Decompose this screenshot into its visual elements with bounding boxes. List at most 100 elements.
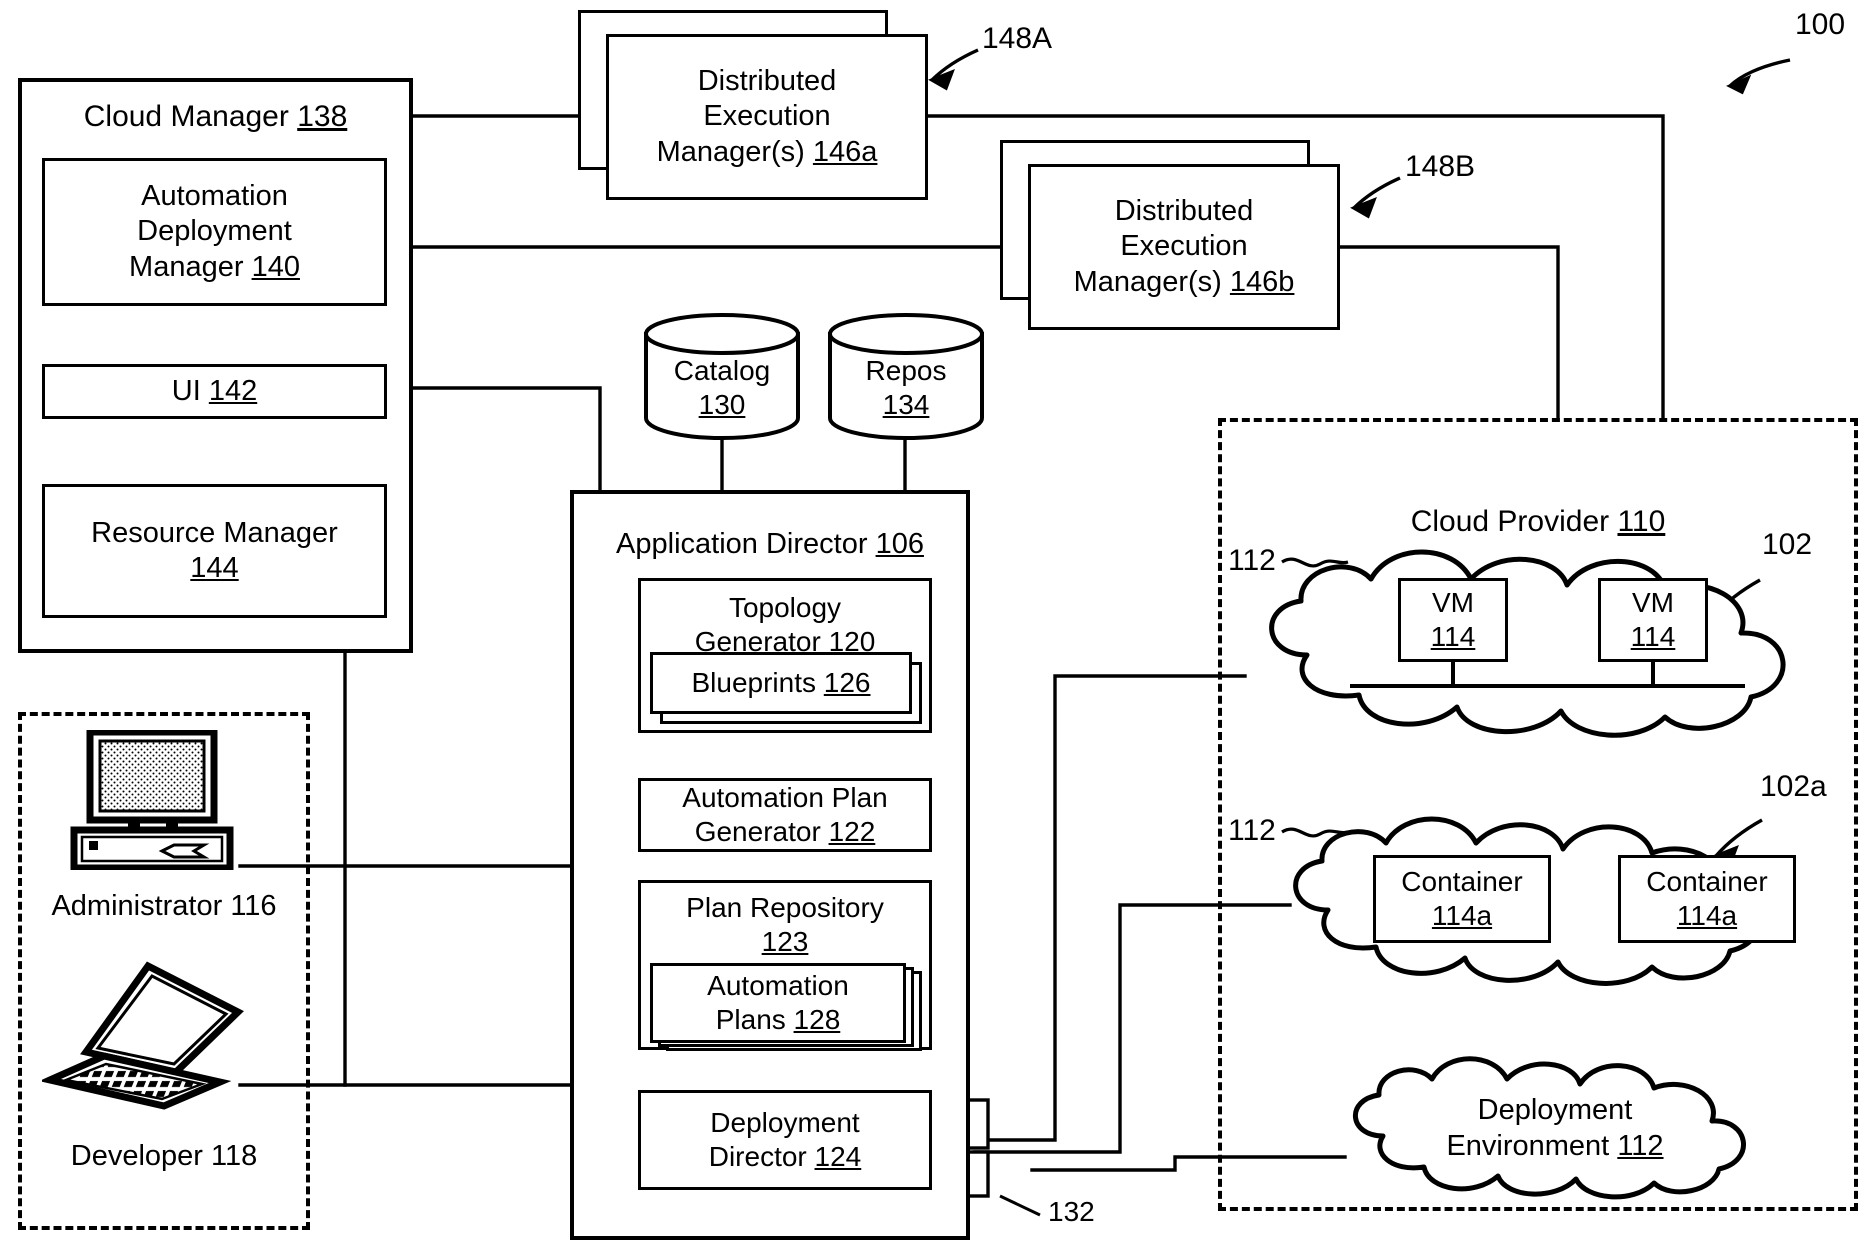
catalog-datastore[interactable]: Catalog 130 [642, 312, 802, 440]
dem-a-ref: 146a [812, 135, 878, 168]
blueprints-ref: 126 [823, 666, 871, 698]
dem-b-front[interactable]: Distributed Execution Manager(s) 146b [1028, 164, 1340, 330]
apg-line-2: Generator 122 [695, 815, 876, 849]
connector-132-ref: 132 [1048, 1196, 1095, 1228]
plan-repository-line-1: Plan Repository [686, 892, 884, 923]
application-director-ref: 106 [875, 528, 924, 560]
automation-plans-line-1: Automation [707, 969, 849, 1001]
repos-datastore[interactable]: Repos 134 [826, 312, 986, 440]
blueprints-stack[interactable]: Blueprints 126 [650, 652, 922, 724]
env-ref-112-container: 112 [1228, 814, 1276, 848]
callout-102: 102 [1762, 528, 1812, 562]
callout-102a-text: 102a [1760, 770, 1827, 803]
administrator-label: Administrator 116 [18, 890, 310, 923]
administrator-ref: 116 [230, 890, 277, 922]
automation-plans-ref: 128 [793, 1004, 841, 1035]
dem-a-front[interactable]: Distributed Execution Manager(s) 146a [606, 34, 928, 200]
dem-a-line-3-text: Manager(s) [656, 135, 805, 168]
deployment-environment-line-1: Deployment [1477, 1094, 1633, 1126]
vm-node-2-label: VM [1632, 586, 1674, 618]
env-ref-112-vm: 112 [1228, 544, 1276, 578]
blueprints-front[interactable]: Blueprints 126 [650, 652, 912, 714]
resource-manager-box[interactable]: Resource Manager 144 [42, 484, 387, 618]
dem-b-line-1: Distributed [1114, 194, 1254, 227]
deployment-director-box[interactable]: Deployment Director 124 [638, 1090, 932, 1190]
apg-ref: 122 [828, 816, 876, 847]
deployment-environment-line-2: Environment [1446, 1130, 1610, 1163]
cloud-manager-title-text: Cloud Manager [83, 100, 289, 133]
callout-148A: 148A [982, 22, 1052, 56]
container-node-2-ref: 114a [1676, 900, 1738, 931]
container-node-1-ref: 114a [1431, 900, 1493, 931]
vm-node-1-ref: 114 [1430, 621, 1476, 652]
vm-node-2-ref: 114 [1630, 621, 1676, 652]
automation-plans-stack[interactable]: Automation Plans 128 [650, 963, 930, 1051]
connector-132-ref-text: 132 [1048, 1196, 1095, 1227]
application-director-title: Application Director 106 [570, 528, 970, 561]
cloud-manager-ref: 138 [297, 100, 348, 133]
automation-deployment-manager-box[interactable]: Automation Deployment Manager 140 [42, 158, 387, 306]
env-ref-112-vm-text: 112 [1228, 544, 1276, 577]
env-ref-112-container-text: 112 [1228, 814, 1276, 847]
container-node-2[interactable]: Container 114a [1618, 855, 1796, 943]
cloud-provider-ref: 110 [1617, 505, 1666, 538]
topology-generator-line-1: Topology [728, 592, 842, 623]
callout-148B-text: 148B [1405, 150, 1476, 183]
dem-b-line-3: Manager(s) 146b [1074, 265, 1295, 300]
vm-node-1[interactable]: VM 114 [1398, 578, 1508, 662]
rm-line-1: Resource Manager [91, 516, 338, 549]
plan-repository-ref: 123 [761, 926, 809, 958]
laptop-computer-icon [42, 960, 250, 1110]
vm-node-2[interactable]: VM 114 [1598, 578, 1708, 662]
automation-plans-line-2: Plans 128 [716, 1003, 841, 1037]
dem-a-line-3: Manager(s) 146a [657, 135, 878, 170]
adm-line-3-text: Manager [129, 250, 244, 283]
ui-label: UI [171, 374, 201, 407]
figure-ref-100: 100 [1795, 8, 1845, 42]
deployment-director-line-2: Director 124 [709, 1140, 862, 1174]
deployment-director-line-1: Deployment [710, 1106, 860, 1138]
cloud-manager-title: Cloud Manager 138 [18, 100, 413, 134]
developer-label-text: Developer [70, 1140, 203, 1172]
dem-b-ref: 146b [1229, 265, 1295, 298]
deployment-director-ref: 124 [814, 1141, 862, 1172]
figure-ref-100-text: 100 [1795, 8, 1846, 41]
callout-148A-text: 148A [982, 22, 1053, 55]
container-node-1[interactable]: Container 114a [1373, 855, 1551, 943]
adm-line-1: Automation [141, 179, 288, 212]
blueprints-line: Blueprints 126 [691, 666, 870, 700]
adm-line-3: Manager 140 [129, 250, 300, 285]
vm-node-1-label: VM [1432, 586, 1474, 618]
ui-ref: 142 [208, 374, 258, 407]
distributed-execution-manager-b[interactable]: Distributed Execution Manager(s) 146b [1000, 140, 1340, 330]
deployment-environment-label: Deployment Environment 112 [1335, 1092, 1775, 1165]
blueprints-label: Blueprints [691, 666, 816, 698]
automation-plans-line-2-text: Plans [715, 1004, 786, 1035]
deployment-director-line-2-text: Director [708, 1141, 807, 1172]
desktop-computer-icon [62, 730, 242, 870]
automation-plan-generator-box[interactable]: Automation Plan Generator 122 [638, 778, 932, 852]
callout-102a: 102a [1760, 770, 1827, 804]
dem-a-line-2: Execution [703, 100, 831, 133]
callout-102-text: 102 [1762, 528, 1813, 561]
ui-box[interactable]: UI 142 [42, 364, 387, 419]
figure-canvas: Cloud Manager 138 Automation Deployment … [0, 0, 1875, 1246]
adm-line-2: Deployment [137, 215, 292, 248]
administrator-label-text: Administrator [51, 890, 223, 922]
ui-line: UI 142 [172, 374, 257, 409]
developer-ref: 118 [211, 1140, 258, 1172]
rm-ref: 144 [190, 552, 239, 584]
vm-cloud [1245, 535, 1845, 750]
automation-plans-front[interactable]: Automation Plans 128 [650, 963, 906, 1043]
adm-ref: 140 [251, 250, 300, 283]
distributed-execution-manager-a[interactable]: Distributed Execution Manager(s) 146a [578, 10, 928, 200]
container-node-2-label: Container [1646, 865, 1768, 897]
cloud-provider-title-text: Cloud Provider [1410, 505, 1610, 538]
dem-b-line-2: Execution [1120, 230, 1248, 263]
apg-line-1: Automation Plan [682, 781, 888, 813]
dem-a-line-1: Distributed [697, 64, 837, 97]
developer-label: Developer 118 [18, 1140, 310, 1173]
deployment-environment-ref: 112 [1617, 1130, 1664, 1163]
container-node-1-label: Container [1401, 865, 1523, 897]
apg-line-2-text: Generator [694, 816, 821, 847]
